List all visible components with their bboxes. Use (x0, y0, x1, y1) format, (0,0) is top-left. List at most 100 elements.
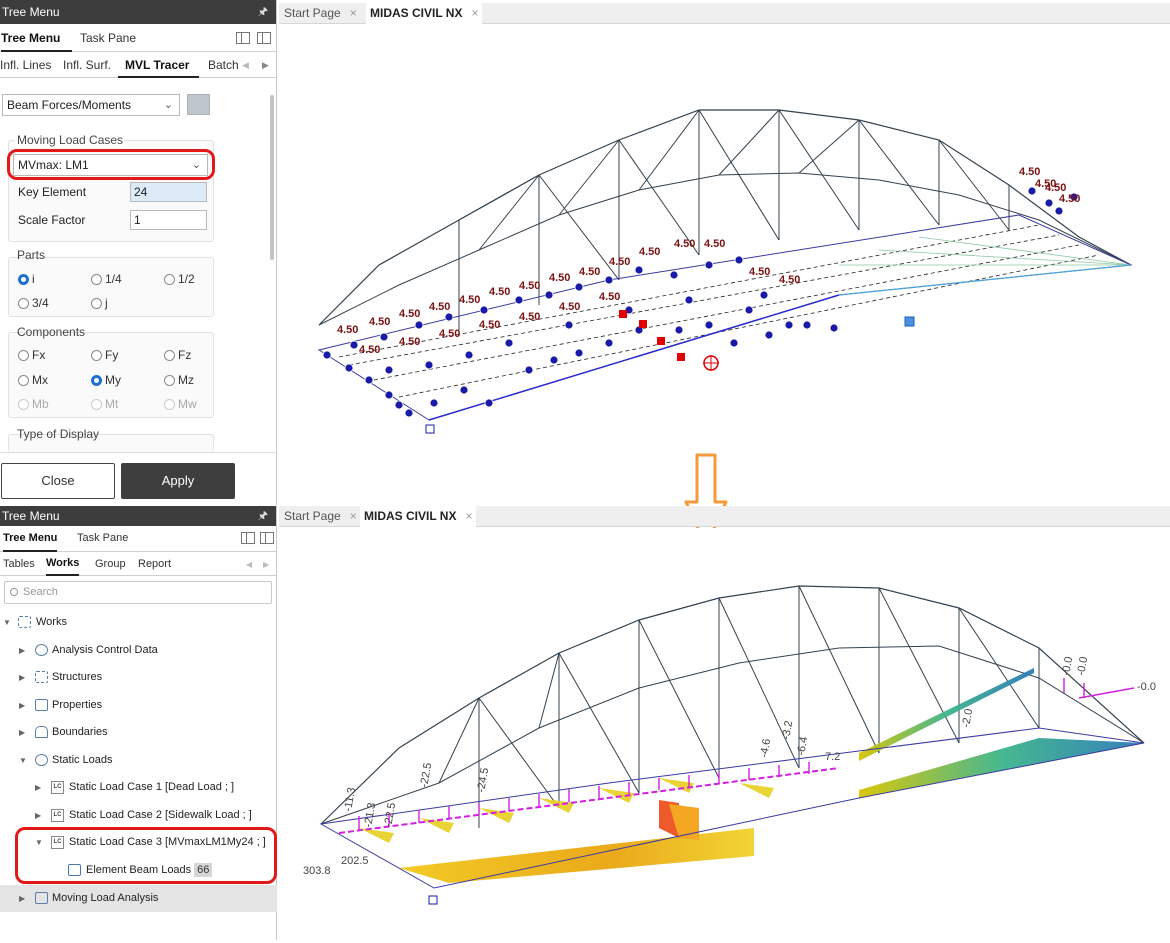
layout-single-icon[interactable] (236, 32, 250, 44)
tree-label: Static Loads (52, 754, 113, 766)
collapse-arrow-icon[interactable]: ▶ (19, 664, 25, 691)
close-icon[interactable]: × (471, 6, 478, 20)
influence-label: 4.50 (359, 344, 380, 356)
collapse-arrow-icon[interactable]: ▶ (35, 774, 41, 801)
component-radio-fx[interactable]: Fx (18, 347, 45, 363)
subtab-group[interactable]: Group (95, 552, 126, 578)
layout-single-icon[interactable] (241, 532, 255, 544)
bridge-model-mvl: 4.50 4.50 4.50 4.50 4.50 4.50 4.50 4.50 … (317, 109, 1133, 434)
tab-tree-menu[interactable]: Tree Menu (1, 24, 72, 52)
component-radio-fy[interactable]: Fy (91, 347, 118, 363)
more-options-button[interactable] (187, 94, 210, 115)
component-radio-fz[interactable]: Fz (164, 347, 191, 363)
tab-start-page[interactable]: Start Page × (284, 3, 357, 24)
close-icon[interactable]: × (465, 509, 472, 523)
subtab-batch[interactable]: Batch (208, 52, 239, 78)
influence-label: 4.50 (429, 301, 450, 313)
result-type-value: Beam Forces/Moments (7, 98, 132, 112)
influence-label: 4.50 (579, 266, 600, 278)
expand-arrow-icon[interactable]: ▼ (19, 747, 27, 774)
tab-label: Start Page (284, 509, 341, 523)
part-radio-j[interactable]: j (91, 295, 108, 311)
influence-label: 4.50 (399, 336, 420, 348)
influence-label: 4.50 (479, 319, 500, 331)
model-viewport-bottom[interactable]: 303.8 202.5 -11.3 -21.3 -22.5 -22.5 -2.0… (279, 528, 1170, 940)
layout-split-icon[interactable] (257, 32, 271, 44)
component-radio-mx[interactable]: Mx (18, 372, 48, 388)
tree-node-static-loads[interactable]: ▼ Static Loads (0, 747, 277, 774)
subtab-mvl-tracer[interactable]: MVL Tracer (118, 52, 199, 78)
subtab-tables[interactable]: Tables (3, 552, 35, 578)
tab-tree-menu[interactable]: Tree Menu (3, 526, 58, 552)
influence-label: 4.50 (489, 286, 510, 298)
beam-load-label: -11.3 (342, 787, 358, 813)
tree-node-structures[interactable]: ▶ Structures (0, 664, 277, 691)
influence-label: 4.50 (609, 256, 630, 268)
boundaries-icon (35, 726, 48, 738)
pin-icon[interactable]: 🖈 (258, 506, 268, 526)
works-subtabs: Tables Works Group Report ◀ ▶ (0, 552, 276, 576)
collapse-arrow-icon[interactable]: ▶ (19, 637, 25, 664)
tree-node-properties[interactable]: ▶ Properties (0, 692, 277, 719)
components-title: Components (17, 325, 86, 339)
tab-task-pane[interactable]: Task Pane (80, 24, 136, 52)
influence-label: 4.50 (674, 238, 695, 250)
scroll-left-icon[interactable]: ◀ (246, 552, 252, 578)
part-radio-i[interactable]: i (18, 271, 35, 287)
beam-load-label: -6.4 (795, 736, 810, 757)
tab-midas-civil[interactable]: MIDAS CIVIL NX × (360, 506, 477, 527)
expand-arrow-icon[interactable]: ▼ (3, 609, 11, 636)
tree-search-input[interactable]: Search (4, 581, 272, 604)
key-element-input[interactable]: 24 (130, 182, 207, 202)
close-icon[interactable]: × (350, 6, 357, 20)
tree-label: Properties (52, 699, 103, 711)
tree-label: Analysis Control Data (52, 644, 158, 656)
apply-button[interactable]: Apply (121, 463, 235, 499)
component-radio-my[interactable]: My (91, 372, 121, 388)
component-radio-mz[interactable]: Mz (164, 372, 194, 388)
model-viewport-top[interactable]: 4.50 4.50 4.50 4.50 4.50 4.50 4.50 4.50 … (279, 25, 1170, 480)
beam-load-label: 202.5 (341, 855, 369, 867)
close-button[interactable]: Close (1, 463, 115, 499)
tree-node-analysis-control[interactable]: ▶ Analysis Control Data (0, 637, 277, 664)
tree-node-load-case-1[interactable]: ▶ LC Static Load Case 1 [Dead Load ; ] (0, 774, 277, 801)
part-radio-1-4[interactable]: 1/4 (91, 271, 122, 287)
component-radio-mt: Mt (91, 396, 118, 412)
tree-label: Boundaries (52, 726, 108, 738)
subtab-report[interactable]: Report (138, 552, 171, 578)
panel-tabs: Tree Menu Task Pane (0, 24, 276, 52)
panel-scrollbar[interactable] (270, 95, 274, 260)
influence-label: 4.50 (549, 272, 570, 284)
scale-factor-input[interactable]: 1 (130, 210, 207, 230)
tab-start-page[interactable]: Start Page × (284, 506, 357, 527)
part-radio-1-2[interactable]: 1/2 (164, 271, 195, 287)
part-radio-3-4[interactable]: 3/4 (18, 295, 49, 311)
tab-task-pane[interactable]: Task Pane (77, 526, 128, 552)
scroll-right-icon[interactable]: ▶ (263, 552, 269, 578)
subtab-works[interactable]: Works (46, 552, 80, 576)
panel-title-bar: Tree Menu 🖈 (0, 0, 276, 24)
collapse-arrow-icon[interactable]: ▶ (19, 885, 25, 912)
chevron-down-icon: ⌄ (163, 99, 173, 111)
influence-label: 4.50 (559, 301, 580, 313)
tree-node-moving-load-analysis[interactable]: ▶ Moving Load Analysis (0, 885, 277, 912)
close-icon[interactable]: × (350, 509, 357, 523)
result-type-select[interactable]: Beam Forces/Moments ⌄ (2, 94, 180, 116)
tree-node-boundaries[interactable]: ▶ Boundaries (0, 719, 277, 746)
subtab-infl-lines[interactable]: Infl. Lines (0, 52, 51, 78)
scroll-right-icon[interactable]: ▶ (262, 52, 269, 78)
load-case-icon: LC (51, 781, 64, 794)
tree-node-load-case-2[interactable]: ▶ LC Static Load Case 2 [Sidewalk Load ;… (0, 802, 277, 829)
tab-label: MIDAS CIVIL NX (364, 509, 457, 523)
collapse-arrow-icon[interactable]: ▶ (35, 802, 41, 829)
tab-label: Start Page (284, 6, 341, 20)
influence-label: 4.50 (1019, 166, 1040, 178)
subtab-infl-surf[interactable]: Infl. Surf. (63, 52, 111, 78)
tab-midas-civil[interactable]: MIDAS CIVIL NX × (366, 3, 483, 24)
pin-icon[interactable]: 🖈 (258, 0, 268, 24)
collapse-arrow-icon[interactable]: ▶ (19, 719, 25, 746)
scroll-left-icon[interactable]: ◀ (242, 52, 249, 78)
layout-split-icon[interactable] (260, 532, 274, 544)
tree-node-works[interactable]: ▼ Works (0, 609, 277, 636)
collapse-arrow-icon[interactable]: ▶ (19, 692, 25, 719)
